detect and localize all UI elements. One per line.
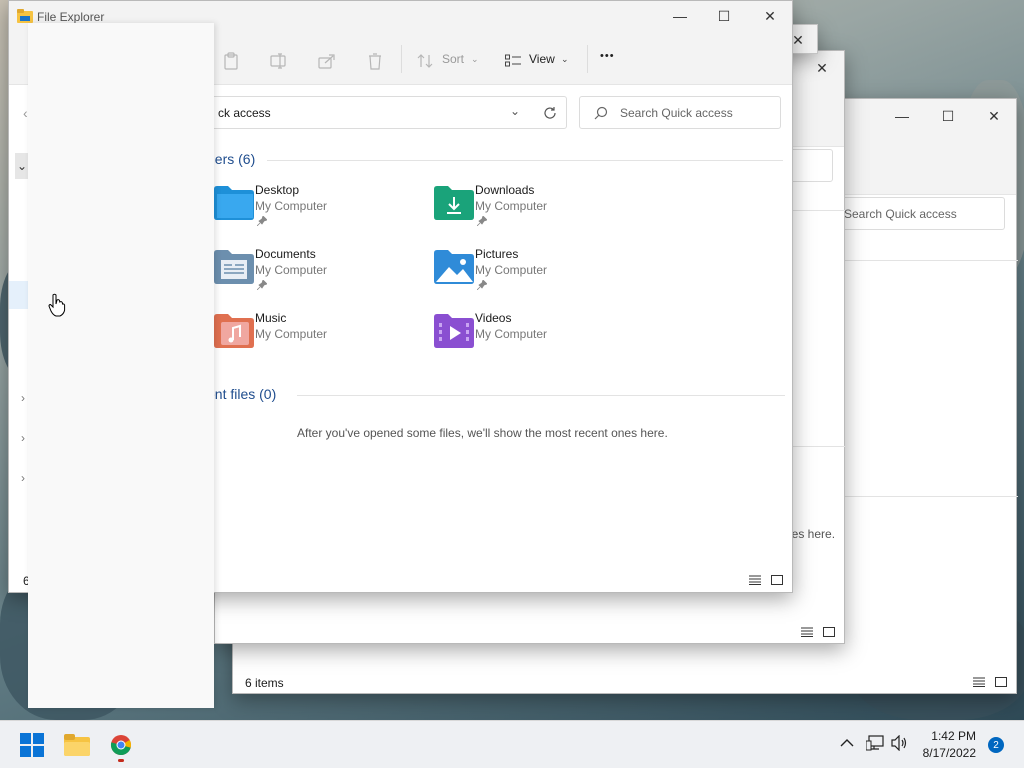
delete-icon[interactable] <box>363 49 387 73</box>
address-dropdown-icon[interactable]: ⌄ <box>510 104 520 118</box>
file-explorer-icon <box>17 9 33 23</box>
search-input[interactable]: Search Quick access <box>837 197 1005 230</box>
documents-folder-icon <box>213 247 255 285</box>
nav-expand-chevron-icon[interactable]: › <box>21 431 25 445</box>
rename-icon[interactable] <box>267 49 291 73</box>
folder-location: My Computer <box>475 199 548 213</box>
folder-name: Downloads <box>475 183 535 197</box>
maximize-button[interactable]: ☐ <box>701 1 747 31</box>
status-item-count: 6 items <box>245 676 284 690</box>
pin-icon <box>256 215 268 229</box>
hand-cursor-icon <box>48 293 66 317</box>
search-input[interactable]: Search Quick access <box>579 96 781 129</box>
close-button[interactable]: ✕ <box>971 101 1017 131</box>
downloads-folder-icon <box>433 183 475 221</box>
notification-badge[interactable]: 2 <box>988 737 1004 753</box>
back-arrow-icon[interactable]: ‹ <box>23 105 28 121</box>
windows-logo-icon <box>20 733 44 757</box>
folder-tile[interactable]: Music My Computer <box>213 311 433 367</box>
folder-location: My Computer <box>255 199 328 213</box>
show-hidden-icons-icon[interactable] <box>840 735 854 751</box>
search-placeholder: Search Quick access <box>844 206 957 221</box>
folder-location: My Computer <box>475 263 548 277</box>
window-title: File Explorer <box>37 10 105 24</box>
chrome-icon <box>110 735 132 756</box>
folders-section-title[interactable]: ders (6) <box>207 151 255 167</box>
pin-icon <box>476 215 488 229</box>
share-icon[interactable] <box>315 49 339 73</box>
volume-icon[interactable] <box>891 734 909 754</box>
sort-button[interactable]: Sort <box>442 52 464 66</box>
chrome-taskbar-button[interactable] <box>105 729 137 762</box>
nav-selected-item[interactable] <box>9 281 29 309</box>
sort-chevron-icon: ⌄ <box>471 54 479 64</box>
folder-tile[interactable]: Downloads My Computer <box>433 183 653 239</box>
clock-time[interactable]: 1:42 PM <box>920 729 976 743</box>
search-icon <box>594 106 608 119</box>
search-placeholder: Search Quick access <box>620 105 733 120</box>
desktop-folder-icon <box>213 183 255 221</box>
clock-date[interactable]: 8/17/2022 <box>910 746 976 760</box>
nav-expand-chevron-icon[interactable]: › <box>21 391 25 405</box>
folder-name: Videos <box>475 311 512 325</box>
minimize-button[interactable]: — <box>879 101 925 131</box>
recent-empty-message: After you've opened some files, we'll sh… <box>297 426 668 440</box>
details-view-icon[interactable] <box>749 575 761 585</box>
pin-icon <box>476 279 488 293</box>
minimize-button[interactable]: — <box>657 1 703 31</box>
tiles-view-icon[interactable] <box>995 677 1007 687</box>
videos-folder-icon <box>433 311 475 349</box>
folder-tile[interactable]: Documents My Computer <box>213 247 433 303</box>
view-chevron-icon: ⌄ <box>561 54 569 64</box>
pictures-folder-icon <box>433 247 475 285</box>
folder-location: My Computer <box>475 327 548 341</box>
folder-tile[interactable]: Desktop My Computer <box>213 183 433 239</box>
navigation-pane[interactable] <box>28 23 214 708</box>
more-options-button[interactable]: ••• <box>600 50 615 62</box>
paste-icon[interactable] <box>219 49 243 73</box>
view-button[interactable]: View <box>529 52 555 66</box>
folder-tile[interactable]: Videos My Computer <box>433 311 653 367</box>
recent-files-section-title[interactable]: ent files (0) <box>207 386 276 402</box>
folder-location: My Computer <box>255 263 328 277</box>
address-bar[interactable]: ck access ⌄ <box>209 96 567 129</box>
details-view-icon[interactable] <box>973 677 985 687</box>
search-input[interactable] <box>787 149 833 182</box>
folder-icon <box>64 734 90 756</box>
tiles-view-icon[interactable] <box>823 627 835 637</box>
maximize-button[interactable]: ☐ <box>925 101 971 131</box>
refresh-icon[interactable] <box>543 106 557 120</box>
folder-name: Music <box>255 311 287 325</box>
running-indicator <box>118 759 124 762</box>
folder-name: Desktop <box>255 183 300 197</box>
music-folder-icon <box>213 311 255 349</box>
details-view-icon[interactable] <box>801 627 813 637</box>
folder-name: Documents <box>255 247 316 261</box>
pin-icon <box>256 279 268 293</box>
network-icon[interactable] <box>865 735 884 754</box>
folder-location: My Computer <box>255 327 328 341</box>
expand-chevron-icon[interactable]: ⌄ <box>15 153 29 179</box>
file-explorer-taskbar-button[interactable] <box>61 729 93 761</box>
folder-name: Pictures <box>475 247 519 261</box>
tiles-view-icon[interactable] <box>771 575 783 585</box>
close-button[interactable]: ✕ <box>799 53 845 83</box>
nav-expand-chevron-icon[interactable]: › <box>21 471 25 485</box>
start-button[interactable] <box>16 729 48 761</box>
taskbar: 1:42 PM 8/17/2022 2 <box>0 720 1024 768</box>
sort-icon[interactable] <box>413 49 437 73</box>
close-button[interactable]: ✕ <box>747 1 793 31</box>
view-icon[interactable] <box>501 49 525 73</box>
address-path: ck access <box>218 105 271 120</box>
folder-tile[interactable]: Pictures My Computer <box>433 247 653 303</box>
